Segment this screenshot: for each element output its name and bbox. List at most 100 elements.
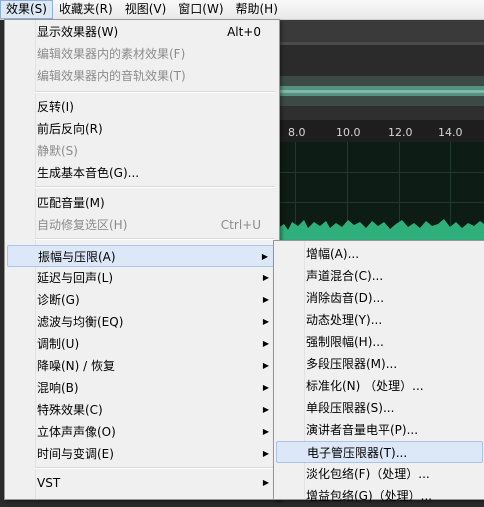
menu-favorites[interactable]: 收藏夹(R) [53, 0, 119, 19]
menu-item-edit-track-effects: 编辑效果器内的音轨效果(T) [7, 65, 277, 87]
submenu-arrow-icon: ▶ [262, 478, 269, 487]
menu-item-label: VST [37, 476, 61, 490]
submenu-arrow-icon: ▶ [262, 317, 269, 326]
submenu-arrow-icon: ▶ [262, 405, 269, 414]
panel-divider [278, 42, 484, 45]
menu-item-time-pitch[interactable]: 时间与变调(E) ▶ [7, 443, 277, 465]
submenu-item-label: 增益包络(G)（处理）... [306, 489, 433, 503]
waveform-overview[interactable] [278, 76, 484, 106]
submenu-item-hard-limiter[interactable]: 强制限幅(H)... [276, 331, 483, 353]
menu-item-label: 特殊效果(C) [37, 403, 103, 417]
menu-item-special[interactable]: 特殊效果(C) ▶ [7, 399, 277, 421]
menu-item-match-volume[interactable]: 匹配音量(M) [7, 192, 277, 214]
submenu-arrow-icon: ▶ [261, 252, 268, 261]
submenu-arrow-icon: ▶ [262, 295, 269, 304]
menu-item-label: 混响(B) [37, 381, 79, 395]
menu-separator [35, 91, 275, 93]
submenu-item-channel-mixer[interactable]: 声道混合(C)... [276, 265, 483, 287]
submenu-item-label: 消除齿音(D)... [306, 291, 385, 305]
submenu-item-deesser[interactable]: 消除齿音(D)... [276, 287, 483, 309]
submenu-item-label: 标准化(N) （处理）... [306, 379, 424, 393]
menu-help[interactable]: 帮助(H) [230, 0, 284, 19]
menu-item-label: 振幅与压限(A) [38, 250, 116, 264]
overview-wave-center [278, 90, 484, 93]
menu-item-label: 编辑效果器内的音轨效果(T) [37, 69, 186, 83]
submenu-item-fade-envelope[interactable]: 淡化包络(F)（处理）... [276, 463, 483, 485]
menu-item-silence: 静默(S) [7, 140, 277, 162]
menu-item-label: 匹配音量(M) [37, 196, 105, 210]
menu-item-vst[interactable]: VST ▶ [7, 472, 277, 494]
menu-effects[interactable]: 效果(S) [0, 0, 53, 19]
ruler-tick: 14.0 [438, 126, 463, 139]
menu-item-shortcut: Ctrl+U [220, 218, 261, 232]
menu-item-invert[interactable]: 反转(I) [7, 96, 277, 118]
menu-item-stereo-imagery[interactable]: 立体声声像(O) ▶ [7, 421, 277, 443]
menu-item-label: 生成基本音色(G)... [37, 166, 140, 180]
submenu-item-amplify[interactable]: 增幅(A)... [276, 243, 483, 265]
menu-item-label: 显示效果器(W) [37, 25, 119, 39]
ruler-tick: 8.0 [288, 126, 306, 139]
submenu-item-label: 强制限幅(H)... [306, 335, 384, 349]
submenu-arrow-icon: ▶ [262, 361, 269, 370]
menu-item-amplitude-compression[interactable]: 振幅与压限(A) ▶ [7, 245, 277, 267]
amplitude-submenu: 增幅(A)... 声道混合(C)... 消除齿音(D)... 动态处理(Y)... 强制… [273, 240, 484, 503]
menu-item-delay-echo[interactable]: 延迟与回声(L) ▶ [7, 267, 277, 289]
submenu-item-dynamics-processing[interactable]: 动态处理(Y)... [276, 309, 483, 331]
menu-item-noise-reduction[interactable]: 降噪(N) / 恢复 ▶ [7, 355, 277, 377]
submenu-item-label: 单段压限器(S)... [306, 401, 395, 415]
menu-separator [35, 467, 275, 469]
ruler-tick: 12.0 [388, 126, 413, 139]
submenu-arrow-icon: ▶ [262, 383, 269, 392]
submenu-item-normalize[interactable]: 标准化(N) （处理）... [276, 375, 483, 397]
menu-item-label: 前后反向(R) [37, 122, 103, 136]
menu-window[interactable]: 窗口(W) [172, 0, 229, 19]
menu-item-auto-heal: 自动修复选区(H) Ctrl+U [7, 214, 277, 236]
menu-item-generate-tones[interactable]: 生成基本音色(G)... [7, 162, 277, 184]
submenu-arrow-icon: ▶ [262, 339, 269, 348]
menu-item-label: 调制(U) [37, 337, 80, 351]
submenu-item-label: 动态处理(Y)... [306, 313, 383, 327]
menu-view[interactable]: 视图(V) [119, 0, 173, 19]
submenu-item-label: 演讲者音量电平(P)... [306, 423, 419, 437]
waveform-editor[interactable] [278, 142, 484, 246]
panel-gap [278, 106, 484, 120]
menu-item-label: 静默(S) [37, 144, 78, 158]
submenu-item-label: 声道混合(C)... [306, 269, 384, 283]
submenu-item-gain-envelope[interactable]: 增益包络(G)（处理）... [276, 485, 483, 507]
menu-item-show-effects-rack[interactable]: 显示效果器(W) Alt+0 [7, 21, 277, 43]
effects-menu: 显示效果器(W) Alt+0 编辑效果器内的素材效果(F) 编辑效果器内的音轨效果(T… [4, 19, 280, 500]
menu-item-label: 时间与变调(E) [37, 447, 114, 461]
menu-item-label: 自动修复选区(H) [37, 218, 128, 232]
submenu-item-tube-modeled-compressor[interactable]: 电子管压限器(T)... [276, 441, 483, 463]
menu-item-label: 降噪(N) / 恢复 [37, 359, 116, 373]
menu-item-label: 诊断(G) [37, 293, 80, 307]
submenu-item-label: 电子管压限器(T)... [307, 446, 408, 460]
menu-item-label: 反转(I) [37, 100, 74, 114]
menu-item-diagnostics[interactable]: 诊断(G) ▶ [7, 289, 277, 311]
ruler-tick: 10.0 [336, 126, 361, 139]
menu-item-label: 滤波与均衡(EQ) [37, 315, 124, 329]
submenu-arrow-icon: ▶ [262, 449, 269, 458]
submenu-item-multiband-compressor[interactable]: 多段压限器(M)... [276, 353, 483, 375]
menu-item-filter-eq[interactable]: 滤波与均衡(EQ) ▶ [7, 311, 277, 333]
submenu-arrow-icon: ▶ [262, 273, 269, 282]
submenu-item-label: 多段压限器(M)... [306, 357, 398, 371]
menu-item-label: 延迟与回声(L) [37, 271, 114, 285]
menu-item-edit-clip-effects: 编辑效果器内的素材效果(F) [7, 43, 277, 65]
menu-separator [35, 186, 275, 188]
submenu-item-single-band-compressor[interactable]: 单段压限器(S)... [276, 397, 483, 419]
submenu-arrow-icon: ▶ [262, 427, 269, 436]
menu-item-reverb[interactable]: 混响(B) ▶ [7, 377, 277, 399]
submenu-item-label: 增幅(A)... [306, 247, 360, 261]
submenu-item-speech-volume-leveler[interactable]: 演讲者音量电平(P)... [276, 419, 483, 441]
menu-item-label: 编辑效果器内的素材效果(F) [37, 47, 186, 61]
menu-item-modulation[interactable]: 调制(U) ▶ [7, 333, 277, 355]
menubar: 效果(S) 收藏夹(R) 视图(V) 窗口(W) 帮助(H) [0, 0, 484, 20]
waveform [278, 219, 484, 246]
menu-item-label: 立体声声像(O) [37, 425, 116, 439]
menu-item-reverse[interactable]: 前后反向(R) [7, 118, 277, 140]
time-ruler[interactable]: 8.0 10.0 12.0 14.0 [278, 120, 484, 142]
submenu-item-label: 淡化包络(F)（处理）... [306, 467, 430, 481]
toolbar-strip [278, 20, 484, 42]
menu-item-shortcut: Alt+0 [227, 25, 261, 39]
